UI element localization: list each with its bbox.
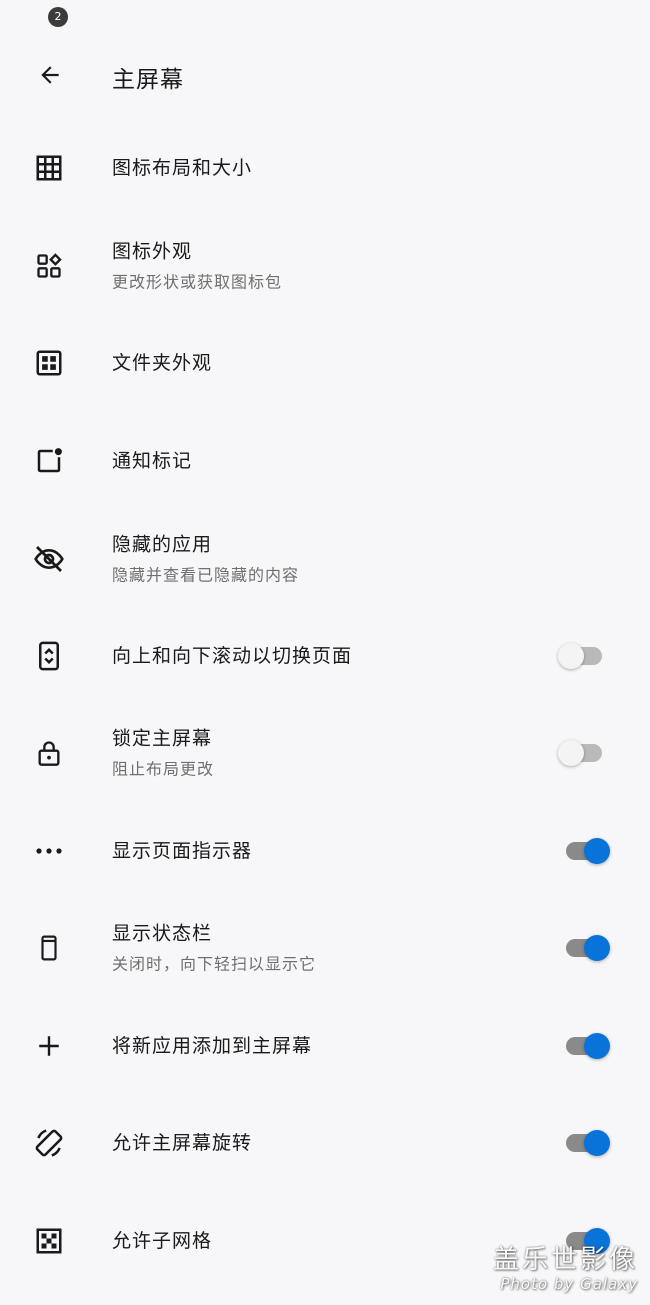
app-bar: 主屏幕 [0, 50, 650, 100]
item-summary: 关闭时，向下轻扫以显示它 [112, 954, 317, 974]
toggle-thumb [584, 1033, 610, 1059]
folder-grid-icon [32, 346, 66, 380]
item-label: 显示页面指示器 [112, 840, 253, 862]
item-label: 图标布局和大小 [112, 157, 253, 179]
icon-layout-size-item[interactable]: 图标布局和大小 [0, 123, 650, 213]
home-rotation-toggle[interactable] [564, 1128, 614, 1158]
toggle-thumb [584, 1130, 610, 1156]
grid-icon [32, 151, 66, 185]
page-indicator-toggle[interactable] [564, 836, 614, 866]
notification-count-badge: 2 [48, 7, 68, 27]
add-new-apps-item[interactable]: 将新应用添加到主屏幕 [0, 1001, 650, 1091]
home-rotation-item[interactable]: 允许主屏幕旋转 [0, 1098, 650, 1188]
item-summary: 隐藏并查看已隐藏的内容 [112, 565, 300, 585]
add-new-apps-toggle[interactable] [564, 1031, 614, 1061]
back-button[interactable] [30, 58, 70, 92]
shapes-icon [32, 249, 66, 283]
vertical-scroll-toggle[interactable] [558, 641, 614, 671]
watermark-caption: Photo by Galaxy [500, 1275, 638, 1293]
item-label: 允许主屏幕旋转 [112, 1132, 253, 1154]
folder-appearance-item[interactable]: 文件夹外观 [0, 318, 650, 408]
subgrid-icon [32, 1224, 66, 1258]
lock-home-screen-toggle[interactable] [558, 738, 614, 768]
item-label: 图标外观 [112, 240, 193, 263]
hidden-apps-item[interactable]: 隐藏的应用 隐藏并查看已隐藏的内容 [0, 514, 650, 604]
item-label: 锁定主屏幕 [112, 727, 213, 750]
arrow-left-icon [41, 66, 59, 84]
item-label: 允许子网格 [112, 1230, 213, 1252]
item-label: 将新应用添加到主屏幕 [112, 1035, 313, 1057]
status-bar-item[interactable]: 显示状态栏 关闭时，向下轻扫以显示它 [0, 903, 650, 993]
toggle-thumb [558, 740, 584, 766]
item-label: 文件夹外观 [112, 352, 213, 374]
lock-icon [32, 736, 66, 770]
status-bar-toggle[interactable] [564, 933, 614, 963]
lock-home-screen-item[interactable]: 锁定主屏幕 阻止布局更改 [0, 708, 650, 798]
notification-dots-item[interactable]: 通知标记 [0, 416, 650, 506]
photo-watermark: 盖乐世影像 Photo by Galaxy [493, 1245, 638, 1293]
eye-off-icon [32, 542, 66, 576]
toggle-thumb [558, 643, 584, 669]
vertical-scroll-item[interactable]: 向上和向下滚动以切换页面 [0, 611, 650, 701]
item-summary: 更改形状或获取图标包 [112, 272, 283, 292]
page-title: 主屏幕 [112, 67, 184, 93]
home-screen-settings-page: 2 主屏幕 图标布局和大小 图标外观 更改形状或获取图标包 文件夹外观 通知标记… [0, 0, 650, 1305]
item-label: 向上和向下滚动以切换页面 [112, 645, 353, 667]
item-label: 显示状态栏 [112, 922, 213, 945]
toggle-thumb [584, 838, 610, 864]
plus-icon [32, 1029, 66, 1063]
watermark-title: 盖乐世影像 [492, 1245, 638, 1275]
more-dots-icon [32, 834, 66, 868]
vertical-scroll-icon [32, 639, 66, 673]
toggle-thumb [584, 935, 610, 961]
page-indicator-item[interactable]: 显示页面指示器 [0, 806, 650, 896]
icon-appearance-item[interactable]: 图标外观 更改形状或获取图标包 [0, 221, 650, 311]
screen-rotation-icon [32, 1126, 66, 1160]
item-label: 通知标记 [112, 450, 193, 472]
item-summary: 阻止布局更改 [112, 759, 215, 779]
notification-badge-icon [32, 444, 66, 478]
phone-icon [32, 931, 66, 965]
item-label: 隐藏的应用 [112, 533, 213, 556]
